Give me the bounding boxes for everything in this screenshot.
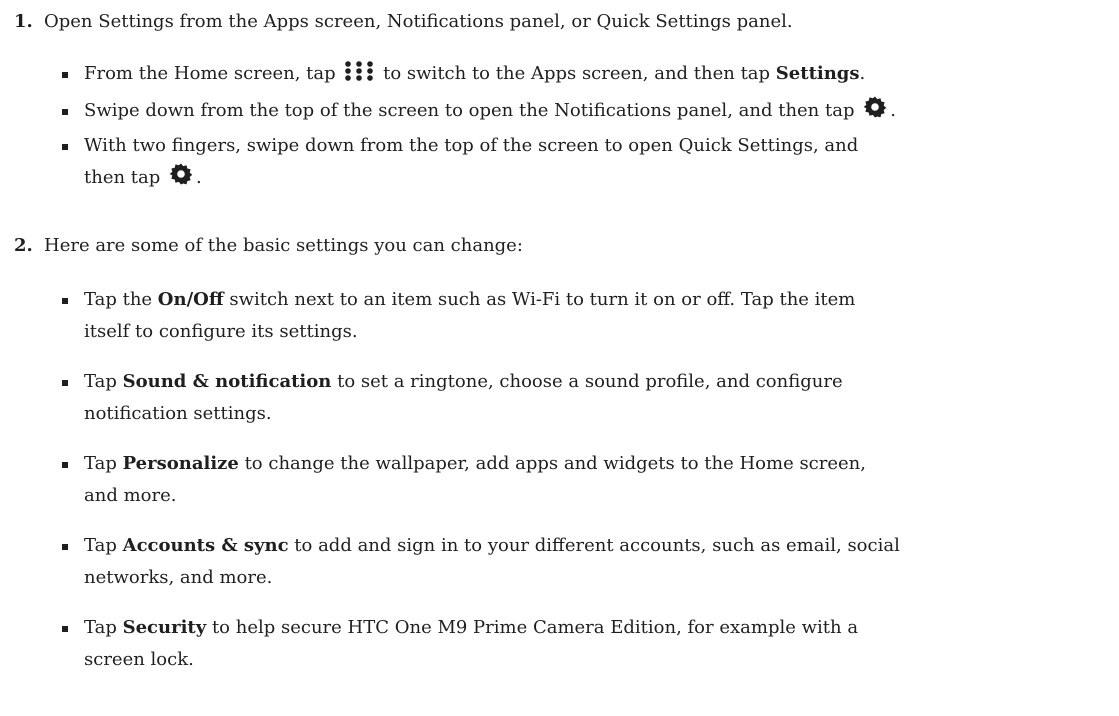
bold-term: Personalize	[122, 453, 239, 474]
bullet-text: With two fingers, swipe down from the to…	[84, 135, 859, 156]
gear-icon	[169, 162, 193, 197]
step-number: 1.	[14, 11, 33, 32]
step-text: Here are some of the basic settings you …	[44, 235, 523, 256]
bullet-text: to switch to the Apps screen, and then t…	[383, 63, 771, 84]
step-text: Open Settings from the Apps screen, Noti…	[44, 11, 793, 32]
bold-term: Accounts & sync	[122, 535, 289, 556]
apps-grid-icon	[344, 60, 374, 93]
bullet-marker	[62, 626, 68, 632]
settings-label: Settings	[775, 63, 860, 84]
bullet-text: From the Home screen, tap	[84, 63, 336, 84]
bullet-marker	[62, 544, 68, 550]
bullet-marker	[62, 144, 68, 150]
bullet-text: Swipe down from the top of the screen to…	[84, 100, 855, 121]
bold-term: Sound & notification	[122, 371, 332, 392]
bullet-marker	[62, 462, 68, 468]
bullet-marker	[62, 109, 68, 115]
gear-icon	[863, 95, 887, 130]
bold-term: Security	[122, 617, 207, 638]
bullet-marker	[62, 298, 68, 304]
bullet-marker	[62, 380, 68, 386]
step-number: 2.	[14, 235, 33, 256]
bullet-text: then tap	[84, 167, 161, 188]
bullet-marker	[62, 72, 68, 78]
bold-term: On/Off	[157, 289, 224, 310]
